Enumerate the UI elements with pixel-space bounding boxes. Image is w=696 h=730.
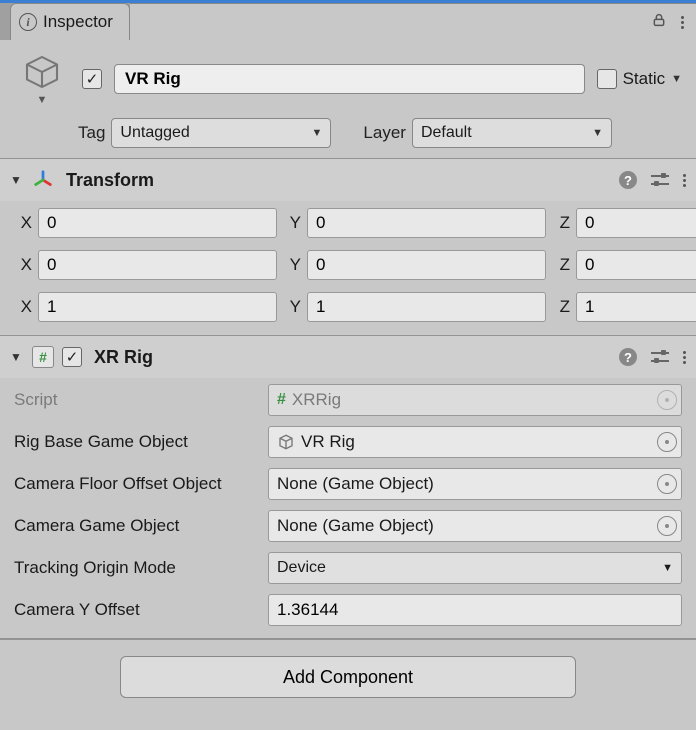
script-icon: # bbox=[32, 346, 54, 368]
transform-icon bbox=[32, 169, 54, 191]
foldout-icon[interactable]: ▼ bbox=[10, 350, 24, 364]
inspector-tab-bar: i Inspector bbox=[0, 0, 696, 40]
axis-x-label: X bbox=[14, 213, 32, 233]
axis-z-label: Z bbox=[552, 297, 570, 317]
axis-y-label: Y bbox=[283, 255, 301, 275]
inspector-header-actions bbox=[130, 3, 696, 40]
static-dropdown-chevron-icon[interactable]: ▼ bbox=[671, 73, 682, 85]
tag-value: Untagged bbox=[120, 124, 189, 142]
xrrig-header[interactable]: ▼ # ✓ XR Rig ? bbox=[0, 336, 696, 378]
tracking-mode-dropdown[interactable]: Device ▼ bbox=[268, 552, 682, 584]
rotation-y-input[interactable] bbox=[307, 250, 546, 280]
chevron-down-icon: ▼ bbox=[592, 127, 603, 139]
axis-y-label: Y bbox=[283, 213, 301, 233]
y-offset-label: Camera Y Offset bbox=[14, 600, 268, 620]
help-icon[interactable]: ? bbox=[619, 171, 637, 189]
chevron-down-icon: ▼ bbox=[312, 127, 323, 139]
inspector-menu-icon[interactable] bbox=[681, 16, 684, 29]
static-checkbox[interactable] bbox=[597, 69, 617, 89]
xrrig-component: ▼ # ✓ XR Rig ? Script # XRRig Rig Base G… bbox=[0, 336, 696, 639]
floor-offset-field[interactable]: None (Game Object) bbox=[268, 468, 682, 500]
gameobject-small-icon bbox=[277, 433, 295, 451]
axis-z-label: Z bbox=[552, 213, 570, 233]
info-icon: i bbox=[19, 13, 37, 31]
gameobject-icon-chevron-icon[interactable]: ▼ bbox=[37, 94, 48, 106]
scale-y-input[interactable] bbox=[307, 292, 546, 322]
component-menu-icon[interactable] bbox=[683, 351, 686, 364]
layer-label: Layer bbox=[363, 123, 406, 143]
add-component-area: Add Component bbox=[0, 639, 696, 714]
floor-offset-value: None (Game Object) bbox=[277, 474, 651, 494]
y-offset-input[interactable] bbox=[268, 594, 682, 626]
chevron-down-icon: ▼ bbox=[662, 562, 673, 574]
xrrig-enabled-checkbox[interactable]: ✓ bbox=[62, 347, 82, 367]
transform-title: Transform bbox=[66, 170, 611, 191]
xrrig-title: XR Rig bbox=[94, 347, 611, 368]
scale-x-input[interactable] bbox=[38, 292, 277, 322]
preset-icon[interactable] bbox=[651, 172, 669, 188]
layer-value: Default bbox=[421, 124, 472, 142]
lock-icon[interactable] bbox=[651, 12, 667, 33]
tag-dropdown[interactable]: Untagged ▼ bbox=[111, 118, 331, 148]
camera-obj-label: Camera Game Object bbox=[14, 516, 268, 536]
transform-component: ▼ Transform ? Position X Y Z Rotation X … bbox=[0, 158, 696, 336]
camera-obj-value: None (Game Object) bbox=[277, 516, 651, 536]
tracking-mode-value: Device bbox=[277, 559, 326, 577]
axis-x-label: X bbox=[14, 297, 32, 317]
position-x-input[interactable] bbox=[38, 208, 277, 238]
object-picker-icon[interactable] bbox=[657, 432, 677, 452]
position-y-input[interactable] bbox=[307, 208, 546, 238]
object-picker-icon[interactable] bbox=[657, 474, 677, 494]
axis-y-label: Y bbox=[283, 297, 301, 317]
rotation-x-input[interactable] bbox=[38, 250, 277, 280]
transform-header[interactable]: ▼ Transform ? bbox=[0, 159, 696, 201]
object-picker-icon[interactable] bbox=[657, 516, 677, 536]
tab-title: Inspector bbox=[43, 12, 113, 32]
static-label: Static bbox=[623, 69, 666, 89]
add-component-button[interactable]: Add Component bbox=[120, 656, 576, 698]
axis-z-label: Z bbox=[552, 255, 570, 275]
preset-icon[interactable] bbox=[651, 349, 669, 365]
floor-offset-label: Camera Floor Offset Object bbox=[14, 474, 268, 494]
script-value: XRRig bbox=[292, 390, 651, 410]
script-label: Script bbox=[14, 390, 268, 410]
help-icon[interactable]: ? bbox=[619, 348, 637, 366]
rig-base-value: VR Rig bbox=[301, 432, 651, 452]
scale-z-input[interactable] bbox=[576, 292, 696, 322]
component-menu-icon[interactable] bbox=[683, 174, 686, 187]
gameobject-icon[interactable] bbox=[22, 52, 62, 92]
rig-base-label: Rig Base Game Object bbox=[14, 432, 268, 452]
layer-dropdown[interactable]: Default ▼ bbox=[412, 118, 612, 148]
position-z-input[interactable] bbox=[576, 208, 696, 238]
foldout-icon[interactable]: ▼ bbox=[10, 173, 24, 187]
camera-obj-field[interactable]: None (Game Object) bbox=[268, 510, 682, 542]
rig-base-field[interactable]: VR Rig bbox=[268, 426, 682, 458]
gameobject-name-input[interactable] bbox=[114, 64, 585, 94]
gameobject-active-checkbox[interactable]: ✓ bbox=[82, 69, 102, 89]
tracking-mode-label: Tracking Origin Mode bbox=[14, 558, 268, 578]
tag-label: Tag bbox=[78, 123, 105, 143]
rotation-z-input[interactable] bbox=[576, 250, 696, 280]
hash-icon: # bbox=[277, 391, 286, 409]
axis-x-label: X bbox=[14, 255, 32, 275]
script-field: # XRRig bbox=[268, 384, 682, 416]
gameobject-header: ▼ ✓ Static ▼ Tag Untagged ▼ Layer Defaul… bbox=[0, 40, 696, 158]
object-picker-icon bbox=[657, 390, 677, 410]
inspector-tab[interactable]: i Inspector bbox=[10, 3, 130, 40]
